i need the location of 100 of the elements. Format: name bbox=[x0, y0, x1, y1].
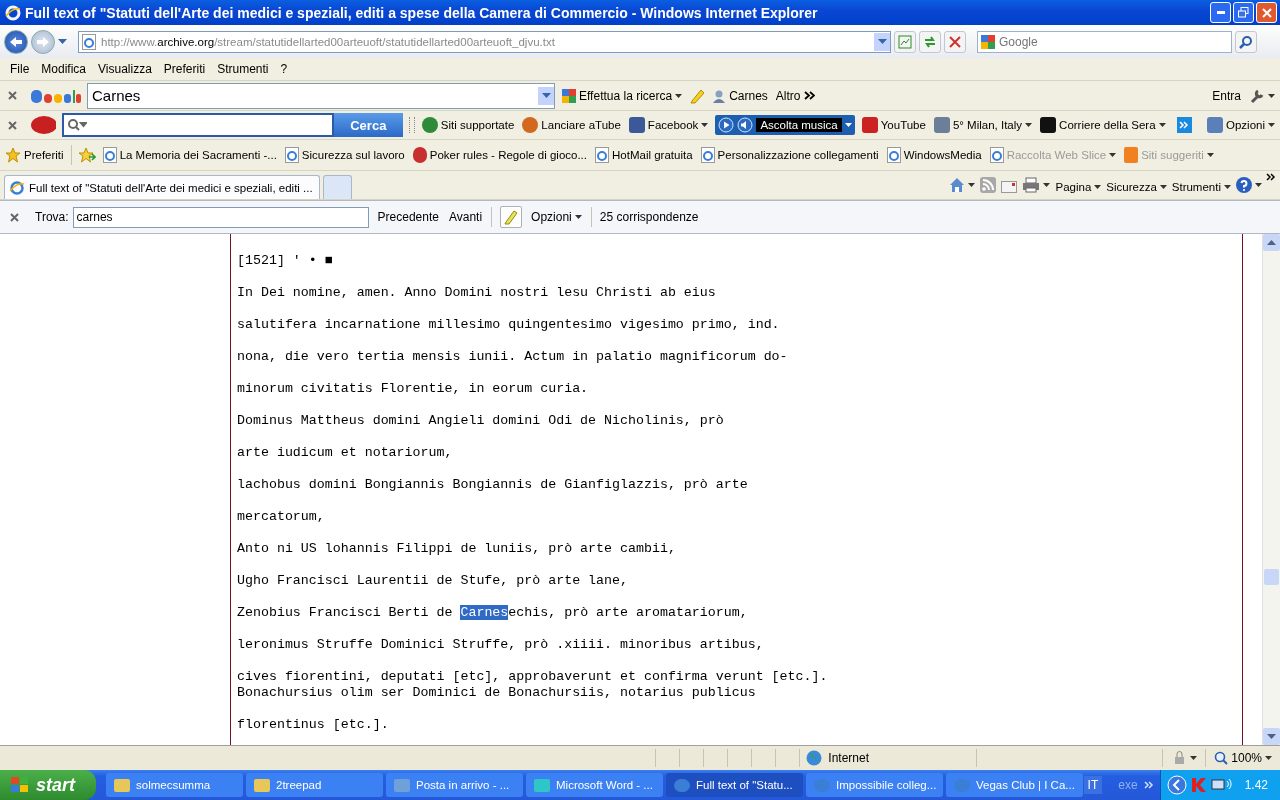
rss-icon bbox=[980, 177, 997, 193]
stop-button[interactable] bbox=[944, 30, 966, 53]
taskbar-button[interactable]: Impossibile colleg... bbox=[806, 773, 943, 797]
more-button[interactable]: Altro bbox=[774, 86, 816, 105]
taskbar-button[interactable]: Full text of "Statu... bbox=[666, 773, 803, 797]
next-button[interactable]: Avanti bbox=[447, 208, 484, 226]
pencil-icon[interactable] bbox=[689, 87, 706, 104]
previous-button[interactable]: Precedente bbox=[376, 208, 440, 226]
toolbar-button[interactable]: Corriere della Sera bbox=[1039, 115, 1167, 135]
text-line: mercatorum, bbox=[237, 509, 326, 525]
taskbar-button[interactable]: Posta in arrivo - ... bbox=[386, 773, 523, 797]
favorite-link[interactable]: Sicurezza sul lavoro bbox=[283, 145, 406, 165]
menu-item[interactable]: Modifica bbox=[35, 62, 93, 76]
mail-button[interactable] bbox=[1000, 179, 1019, 195]
network-icon[interactable] bbox=[1210, 777, 1233, 793]
scrollbar[interactable] bbox=[1262, 234, 1280, 745]
command-menu[interactable]: Pagina bbox=[1054, 179, 1103, 195]
address-field[interactable]: http://www.archive.org/stream/statutidellarted00arteuoft/statutidellarted00arteuoft_djvu.txt bbox=[78, 30, 891, 53]
taskbar-button[interactable]: Microsoft Word - ... bbox=[526, 773, 663, 797]
dropdown-button[interactable] bbox=[874, 32, 890, 51]
star-icon bbox=[5, 147, 21, 163]
minimize-button[interactable] bbox=[1210, 2, 1231, 23]
text-line: [1521] ' • ■ bbox=[237, 253, 334, 269]
search-match: Carnes bbox=[460, 605, 509, 620]
google-search-box[interactable]: Carnes bbox=[87, 82, 555, 109]
toolbar-button[interactable]: Siti supportate bbox=[420, 115, 516, 135]
google-search-button[interactable]: Effettua la ricerca bbox=[561, 86, 684, 105]
browser-tab[interactable]: Full text of "Statuti dell'Arte dei medici e speziali, editi ... bbox=[4, 175, 320, 199]
google-search-field[interactable]: Carnes bbox=[88, 87, 538, 104]
favorite-link[interactable]: La Memoria dei Sacramenti -... bbox=[101, 145, 278, 165]
command-menu[interactable]: Strumenti bbox=[1170, 179, 1232, 195]
options-button[interactable]: Opzioni bbox=[530, 208, 583, 226]
home-button[interactable] bbox=[948, 175, 977, 195]
favorite-link[interactable]: WindowsMedia bbox=[885, 145, 983, 165]
toolbar-button[interactable]: Lanciare aTube bbox=[521, 115, 622, 135]
toolbar-button[interactable]: Opzioni bbox=[1206, 115, 1276, 135]
restore-button[interactable] bbox=[1233, 2, 1254, 23]
chevron-icon[interactable] bbox=[1266, 173, 1276, 181]
add-favorite-icon[interactable] bbox=[77, 147, 96, 163]
search-icon[interactable] bbox=[66, 118, 87, 132]
text-line: Dominus Mattheus domini Angieli domini Odi de Nicholinis, prò bbox=[237, 413, 725, 429]
text-line: cives fiorentini, deputati [etc], approbaverunt et confirma verunt [etc.]. bbox=[237, 669, 829, 685]
chevron-button[interactable] bbox=[1176, 117, 1192, 133]
help-button[interactable] bbox=[1235, 175, 1263, 195]
help-icon bbox=[1236, 177, 1252, 193]
menu-item[interactable]: Strumenti bbox=[211, 62, 275, 76]
favorite-link[interactable]: Personalizzazione collegamenti bbox=[699, 145, 880, 165]
menu-item[interactable]: Visualizza bbox=[92, 62, 158, 76]
text-line: leronimus Struffe Dominici Struffe, prò .xiiii. minoribus artibus, bbox=[237, 637, 765, 653]
home-icon bbox=[949, 177, 966, 193]
windows-flag-icon bbox=[10, 776, 30, 794]
menu-item[interactable]: File bbox=[4, 62, 36, 76]
close-button[interactable] bbox=[1256, 2, 1277, 23]
toolbar-button[interactable]: Ascolta musica bbox=[715, 115, 855, 135]
sign-in-button[interactable]: Entra bbox=[1211, 86, 1242, 105]
search-button[interactable]: Cerca bbox=[333, 113, 403, 137]
toolbar-button[interactable]: Facebook bbox=[627, 115, 710, 135]
search-button[interactable] bbox=[1235, 30, 1257, 53]
find-field[interactable]: carnes bbox=[72, 206, 369, 228]
menu-item[interactable]: ? bbox=[274, 62, 294, 76]
taskbar-button[interactable]: solmecsumma bbox=[106, 773, 243, 797]
scrollbar-thumb[interactable] bbox=[1264, 569, 1279, 585]
toolbar-button[interactable]: 5° Milan, Italy bbox=[932, 115, 1034, 135]
text-line: minorum civitatis Florentie, in eorum curia. bbox=[237, 381, 590, 397]
search-field[interactable]: Google bbox=[999, 34, 1231, 49]
play-icon bbox=[718, 117, 735, 133]
caret-icon bbox=[1255, 183, 1262, 187]
menu-item[interactable]: Preferiti bbox=[157, 62, 212, 76]
search-icon bbox=[1239, 34, 1253, 49]
taskbar-button[interactable]: 2treepad bbox=[246, 773, 383, 797]
close-icon[interactable] bbox=[10, 212, 19, 222]
highlight-button[interactable] bbox=[500, 206, 523, 228]
close-icon[interactable] bbox=[8, 120, 17, 130]
dropdown-button[interactable] bbox=[538, 86, 554, 105]
ask-search-field[interactable] bbox=[61, 113, 334, 137]
command-menu[interactable]: Sicurezza bbox=[1105, 179, 1168, 195]
text-line: salutifera incarnatione millesimo quingentesimo vigesimo primo, ind. bbox=[237, 317, 781, 333]
close-icon[interactable] bbox=[8, 91, 17, 100]
text-line: florentinus [etc.]. bbox=[237, 717, 390, 733]
address-url: http://www.archive.org/stream/statutidellarted00arteuoft/statutidellarted00arteuoft_djvu.txt bbox=[101, 35, 556, 48]
compatibility-button[interactable] bbox=[894, 30, 916, 53]
print-button[interactable] bbox=[1021, 175, 1052, 195]
refresh-icon bbox=[923, 34, 937, 49]
zoom-button[interactable]: 100% bbox=[1205, 749, 1280, 767]
taskbar-button[interactable]: Vegas Club | I Ca... bbox=[946, 773, 1083, 797]
back-button[interactable] bbox=[4, 29, 28, 54]
favorite-link[interactable]: Poker rules - Regole di gioco... bbox=[411, 145, 588, 165]
favorites-button[interactable]: Preferiti bbox=[4, 145, 65, 165]
refresh-button[interactable] bbox=[919, 30, 941, 53]
search-box[interactable]: Google bbox=[977, 30, 1232, 53]
caret-icon[interactable] bbox=[58, 39, 67, 44]
toolbar-button[interactable]: YouTube bbox=[860, 115, 927, 135]
text-line: Anto ni US lohannis Filippi de luniis, prò arte cambii, bbox=[237, 541, 677, 557]
up-arrow-icon bbox=[1267, 240, 1276, 245]
google-icon bbox=[562, 88, 576, 103]
language-indicator[interactable]: IT bbox=[1083, 776, 1103, 794]
close-icon bbox=[949, 35, 961, 48]
favorite-link[interactable]: HotMail gratuita bbox=[594, 145, 694, 165]
user-button[interactable]: Carnes bbox=[711, 86, 769, 105]
highlighter-icon bbox=[504, 209, 519, 225]
